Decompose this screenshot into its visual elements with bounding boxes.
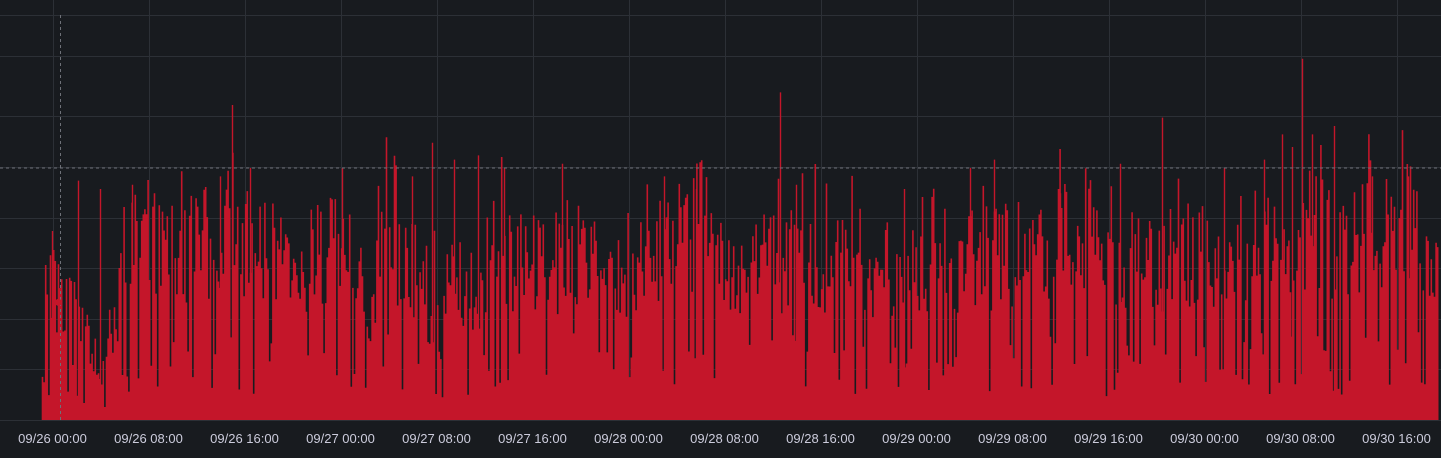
x-tick-label: 09/28 00:00: [594, 431, 663, 446]
x-tick-label: 09/28 08:00: [690, 431, 759, 446]
crosshair-point: [55, 298, 62, 306]
chart-svg: 09/26 00:00 09/26 08:00 09/26 16:00 09/27 0…: [0, 0, 1441, 458]
x-tick-label: 09/30 00:00: [1170, 431, 1239, 446]
x-tick-label: 09/26 08:00: [114, 431, 183, 446]
x-tick-label: 09/29 08:00: [978, 431, 1047, 446]
x-tick-label: 09/30 16:00: [1362, 431, 1431, 446]
x-tick-label: 09/28 16:00: [786, 431, 855, 446]
x-tick-label: 09/27 08:00: [402, 431, 471, 446]
x-tick-label: 09/26 16:00: [210, 431, 279, 446]
x-tick-label: 09/29 00:00: [882, 431, 951, 446]
chart: 09/26 00:00 09/26 08:00 09/26 16:00 09/27 0…: [0, 0, 1441, 458]
x-tick-label: 09/29 16:00: [1074, 431, 1143, 446]
x-tick-label: 09/30 08:00: [1266, 431, 1335, 446]
x-tick-label: 09/27 16:00: [498, 431, 567, 446]
x-tick-label: 09/26 00:00: [18, 431, 87, 446]
x-tick-label: 09/27 00:00: [306, 431, 375, 446]
